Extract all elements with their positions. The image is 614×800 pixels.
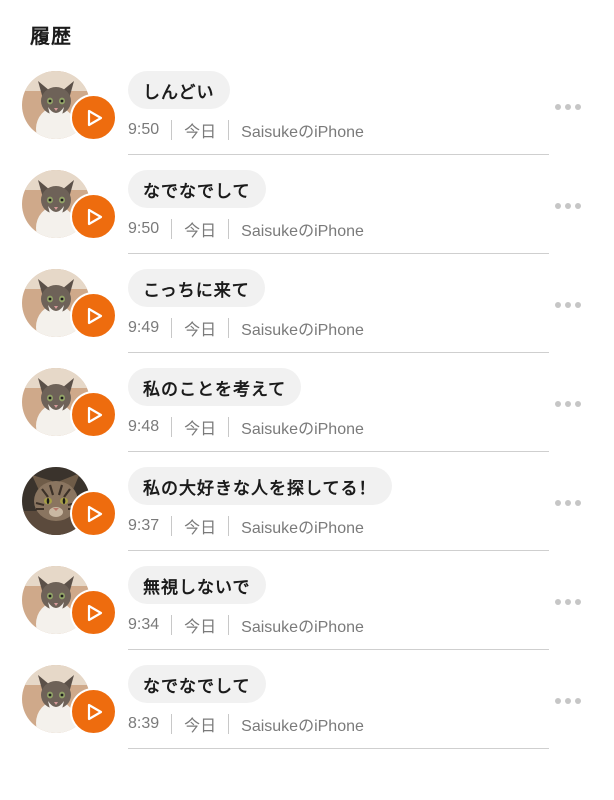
message-device: SaisukeのiPhone [241, 322, 364, 339]
message-time: 9:34 [128, 616, 160, 633]
play-button[interactable] [70, 94, 117, 141]
row-divider [128, 154, 549, 155]
meta-separator [171, 120, 173, 140]
more-options-icon[interactable] [548, 496, 588, 510]
play-button[interactable] [70, 490, 117, 537]
row-divider [128, 649, 549, 650]
play-button[interactable] [70, 589, 117, 636]
message-day: 今日 [184, 619, 217, 636]
meta-separator [171, 417, 173, 437]
message-time: 9:50 [128, 121, 160, 138]
play-icon [87, 109, 103, 126]
message-bubble: なでなでして [128, 665, 266, 703]
play-icon [87, 406, 103, 423]
history-row[interactable]: 私のことを考えて 9:48 今日 SaisukeのiPhone [0, 363, 614, 462]
history-row[interactable]: こっちに来て 9:49 今日 SaisukeのiPhone [0, 264, 614, 363]
row-divider [128, 253, 549, 254]
message-time: 8:39 [128, 715, 160, 732]
meta-separator [228, 318, 230, 338]
message-day: 今日 [184, 223, 217, 240]
meta-separator [171, 219, 173, 239]
history-row[interactable]: 無視しないで 9:34 今日 SaisukeのiPhone [0, 561, 614, 660]
row-divider [128, 451, 549, 452]
message-bubble: こっちに来て [128, 269, 265, 307]
play-icon [87, 703, 103, 720]
message-time: 9:48 [128, 418, 160, 435]
more-options-icon[interactable] [548, 397, 588, 411]
history-list: しんどい 9:50 今日 SaisukeのiPhone なでなでして 9:50 … [0, 66, 614, 759]
message-device: SaisukeのiPhone [241, 619, 364, 636]
message-day: 今日 [184, 124, 217, 141]
meta-separator [228, 417, 230, 437]
play-button[interactable] [70, 193, 117, 240]
history-row[interactable]: 私の大好きな人を探してる！ 9:37 今日 SaisukeのiPhone [0, 462, 614, 561]
history-row[interactable]: なでなでして 8:39 今日 SaisukeのiPhone [0, 660, 614, 759]
message-bubble: なでなでして [128, 170, 266, 208]
meta-separator [228, 615, 230, 635]
message-time: 9:37 [128, 517, 160, 534]
message-device: SaisukeのiPhone [241, 421, 364, 438]
play-button[interactable] [70, 688, 117, 735]
more-options-icon[interactable] [548, 199, 588, 213]
play-icon [87, 505, 103, 522]
message-bubble: 私の大好きな人を探してる！ [128, 467, 392, 505]
message-bubble: 私のことを考えて [128, 368, 302, 406]
meta-separator [228, 714, 230, 734]
play-button[interactable] [70, 292, 117, 339]
message-bubble: 無視しないで [128, 566, 266, 604]
play-icon [87, 604, 103, 621]
meta-separator [171, 516, 173, 536]
history-row[interactable]: なでなでして 9:50 今日 SaisukeのiPhone [0, 165, 614, 264]
message-meta: 9:49 今日 SaisukeのiPhone [128, 317, 364, 339]
more-options-icon[interactable] [548, 694, 588, 708]
message-day: 今日 [184, 718, 217, 735]
message-device: SaisukeのiPhone [241, 520, 364, 537]
message-meta: 9:37 今日 SaisukeのiPhone [128, 515, 364, 537]
message-meta: 9:34 今日 SaisukeのiPhone [128, 614, 364, 636]
history-row[interactable]: しんどい 9:50 今日 SaisukeのiPhone [0, 66, 614, 165]
meta-separator [171, 318, 173, 338]
message-meta: 8:39 今日 SaisukeのiPhone [128, 713, 364, 735]
message-time: 9:49 [128, 319, 160, 336]
more-options-icon[interactable] [548, 100, 588, 114]
row-divider [128, 352, 549, 353]
more-options-icon[interactable] [548, 298, 588, 312]
meta-separator [171, 615, 173, 635]
meta-separator [228, 219, 230, 239]
row-divider [128, 748, 549, 749]
message-meta: 9:50 今日 SaisukeのiPhone [128, 218, 364, 240]
meta-separator [228, 516, 230, 536]
message-day: 今日 [184, 322, 217, 339]
meta-separator [171, 714, 173, 734]
message-meta: 9:48 今日 SaisukeのiPhone [128, 416, 364, 438]
message-time: 9:50 [128, 220, 160, 237]
message-meta: 9:50 今日 SaisukeのiPhone [128, 119, 364, 141]
row-divider [128, 550, 549, 551]
message-device: SaisukeのiPhone [241, 718, 364, 735]
meta-separator [228, 120, 230, 140]
play-icon [87, 208, 103, 225]
message-device: SaisukeのiPhone [241, 223, 364, 240]
message-device: SaisukeのiPhone [241, 124, 364, 141]
section-title: 履歴 [30, 24, 72, 48]
message-day: 今日 [184, 520, 217, 537]
play-button[interactable] [70, 391, 117, 438]
play-icon [87, 307, 103, 324]
more-options-icon[interactable] [548, 595, 588, 609]
message-day: 今日 [184, 421, 217, 438]
message-bubble: しんどい [128, 71, 230, 109]
